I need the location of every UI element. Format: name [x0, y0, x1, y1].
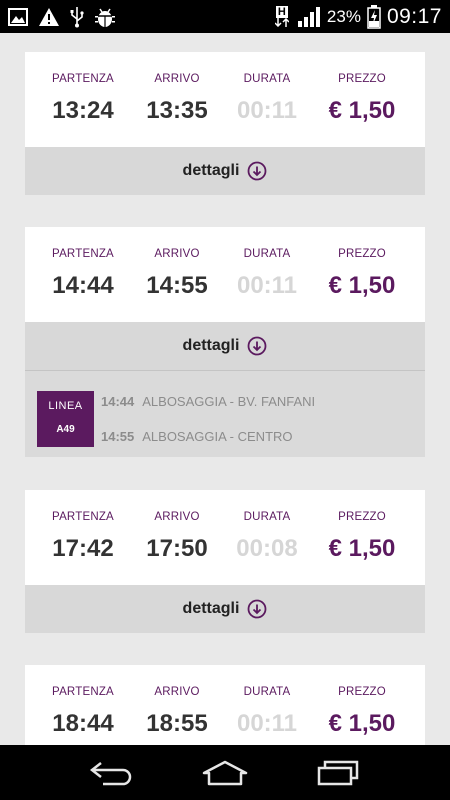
duration-value: 00:11 — [236, 97, 298, 124]
trip-times: PARTENZA 18:44 ARRIVO 18:55 DURATA 00:11 PR… — [25, 665, 425, 745]
line-label: LINEA — [48, 400, 83, 412]
trip-card: PARTENZA 13:24 ARRIVO 13:35 DURATA 00:11 PR… — [25, 52, 425, 195]
departure-label: PARTENZA — [52, 248, 114, 260]
duration-label: DURATA — [243, 686, 291, 698]
arrival-label: ARRIVO — [154, 511, 200, 523]
departure-label: PARTENZA — [52, 686, 114, 698]
details-label: dettagli — [182, 600, 240, 617]
chevron-down-circle-icon — [247, 161, 267, 181]
chevron-down-circle-icon — [247, 336, 267, 356]
leg-stop: ALBOSAGGIA - BV. FANFANI — [142, 394, 316, 409]
duration-label: DURATA — [243, 248, 291, 260]
duration-value: 00:11 — [236, 272, 298, 299]
network-type-icon: H — [273, 6, 291, 27]
trip-times: PARTENZA 13:24 ARRIVO 13:35 DURATA 00:11 PR… — [25, 52, 425, 147]
battery-icon — [367, 4, 381, 29]
arrival-label: ARRIVO — [154, 248, 200, 260]
line-code: A49 — [56, 424, 75, 435]
price-label: PREZZO — [338, 73, 386, 85]
details-label: dettagli — [182, 337, 240, 354]
departure-time: 18:44 — [52, 710, 114, 737]
leg-row: 14:55 ALBOSAGGIA - CENTRO — [101, 429, 293, 444]
android-debug-icon — [94, 6, 116, 28]
duration-label: DURATA — [243, 511, 291, 523]
trip-legs: LINEA A49 14:44 ALBOSAGGIA - BV. FANFANI … — [25, 370, 425, 457]
details-button[interactable]: dettagli — [25, 585, 425, 633]
trip-card: PARTENZA 17:42 ARRIVO 17:50 DURATA 00:08 PR… — [25, 490, 425, 633]
arrival-label: ARRIVO — [154, 73, 200, 85]
signal-icon — [297, 6, 321, 28]
trip-times: PARTENZA 17:42 ARRIVO 17:50 DURATA 00:08 PR… — [25, 490, 425, 585]
network-label: H — [275, 6, 288, 18]
price-value: € 1,50 — [328, 272, 396, 299]
battery-percent: 23% — [326, 6, 361, 26]
arrival-time: 18:55 — [146, 710, 208, 737]
arrival-time: 17:50 — [146, 535, 208, 562]
details-label: dettagli — [182, 162, 240, 179]
duration-value: 00:08 — [236, 535, 298, 562]
clock: 09:17 — [386, 4, 442, 28]
chevron-down-circle-icon — [247, 599, 267, 619]
trip-card: PARTENZA 18:44 ARRIVO 18:55 DURATA 00:11 PR… — [25, 665, 425, 745]
leg-time: 14:55 — [101, 429, 135, 444]
price-value: € 1,50 — [328, 97, 396, 124]
recent-apps-icon[interactable] — [313, 755, 363, 791]
departure-label: PARTENZA — [52, 511, 114, 523]
departure-time: 14:44 — [52, 272, 114, 299]
arrival-time: 14:55 — [146, 272, 208, 299]
departure-time: 17:42 — [52, 535, 114, 562]
price-value: € 1,50 — [328, 710, 396, 737]
arrival-time: 13:35 — [146, 97, 208, 124]
leg-stop: ALBOSAGGIA - CENTRO — [142, 429, 293, 444]
home-icon[interactable] — [200, 755, 250, 791]
trip-times: PARTENZA 14:44 ARRIVO 14:55 DURATA 00:11 PR… — [25, 227, 425, 322]
status-bar: H 23% 09:17 — [0, 0, 450, 33]
price-value: € 1,50 — [328, 535, 396, 562]
arrival-label: ARRIVO — [154, 686, 200, 698]
price-label: PREZZO — [338, 511, 386, 523]
line-badge: LINEA A49 — [37, 391, 94, 447]
price-label: PREZZO — [338, 248, 386, 260]
details-button[interactable]: dettagli — [25, 147, 425, 195]
duration-value: 00:11 — [236, 710, 298, 737]
departure-label: PARTENZA — [52, 73, 114, 85]
warning-icon — [38, 7, 60, 27]
back-icon[interactable] — [87, 755, 137, 791]
details-button[interactable]: dettagli — [25, 322, 425, 370]
leg-row: 14:44 ALBOSAGGIA - BV. FANFANI — [101, 394, 315, 409]
image-icon — [8, 7, 28, 26]
price-label: PREZZO — [338, 686, 386, 698]
trip-list: PARTENZA 13:24 ARRIVO 13:35 DURATA 00:11 PR… — [0, 33, 450, 745]
departure-time: 13:24 — [52, 97, 114, 124]
duration-label: DURATA — [243, 73, 291, 85]
leg-time: 14:44 — [101, 394, 135, 409]
usb-icon — [70, 6, 84, 28]
navigation-bar — [0, 745, 450, 800]
trip-card: PARTENZA 14:44 ARRIVO 14:55 DURATA 00:11 PR… — [25, 227, 425, 457]
